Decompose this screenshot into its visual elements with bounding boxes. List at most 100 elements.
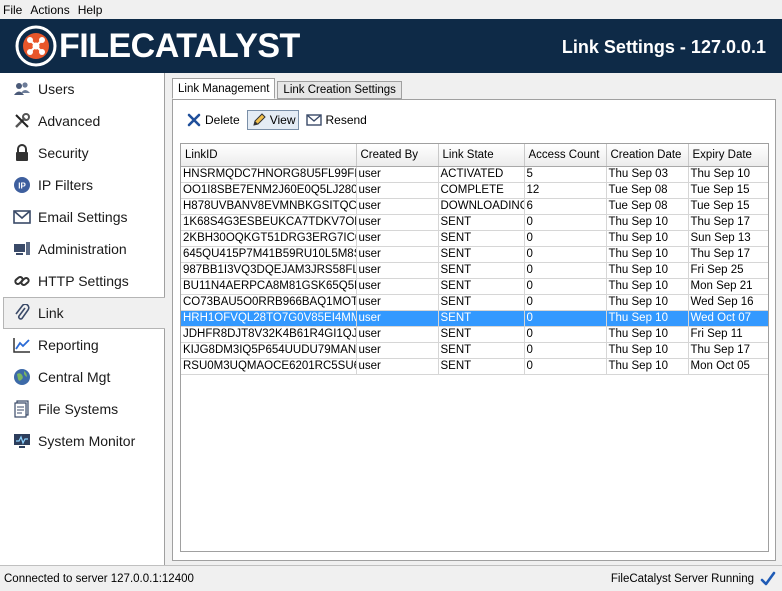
table-cell: 645QU415P7M41B59RU10L5M8S: [181, 246, 357, 263]
table-cell: user: [356, 278, 439, 295]
table-cell: Mon Oct 05: [688, 358, 768, 375]
table-row[interactable]: OO1I8SBE7ENM2J60E0Q5LJ280 user COMPLETE 12 T…: [181, 182, 768, 199]
table-cell: DOWNLOADING: [438, 198, 525, 215]
tools-icon: [12, 111, 32, 131]
table-cell: SENT: [438, 246, 525, 263]
column-header[interactable]: Access Count: [524, 144, 607, 167]
sidebar-item-label: Central Mgt: [38, 369, 111, 385]
table-cell: 0: [524, 214, 607, 231]
menu-file[interactable]: File: [3, 3, 22, 17]
table-cell: Fri Sep 25: [688, 262, 768, 279]
table-row[interactable]: HRH1OFVQL28TO7G0V85EI4MMG user SENT 0 Thu Se…: [181, 310, 768, 327]
table-cell: H878UVBANV8EVMNBKGSITQC6S: [181, 198, 357, 215]
sidebar-item-label: Users: [38, 81, 75, 97]
table-row[interactable]: RSU0M3UQMAOCE6201RC5SU6JJ user SENT 0 Thu Se…: [181, 358, 768, 375]
menu-help[interactable]: Help: [78, 3, 103, 17]
filecatalyst-logo-icon: [15, 25, 57, 67]
table-cell: Thu Sep 10: [606, 310, 689, 327]
tab-link-creation-settings[interactable]: Link Creation Settings: [277, 81, 402, 99]
envelope-resend-icon: [306, 112, 323, 128]
tab-link-management[interactable]: Link Management: [172, 78, 276, 99]
table-cell: SENT: [438, 278, 525, 295]
toolbar: Delete View Resend: [183, 109, 374, 131]
table-cell: 0: [524, 326, 607, 343]
sidebar-item-security[interactable]: Security: [0, 137, 164, 169]
table-cell: HNSRMQDC7HNORG8U5FL99FIN4: [181, 166, 357, 183]
table-cell: user: [356, 294, 439, 311]
table-row[interactable]: CO73BAU5O0RRB966BAQ1MOTJK user SENT 0 Thu Se…: [181, 294, 768, 311]
sidebar-item-system-monitor[interactable]: System Monitor: [0, 425, 164, 457]
table-cell: 0: [524, 294, 607, 311]
table-cell: 0: [524, 246, 607, 263]
table-cell: SENT: [438, 262, 525, 279]
table-cell: 6: [524, 198, 607, 215]
table-row[interactable]: JDHFR8DJT8V32K4B61R4GI1QJ user SENT 0 Thu Se…: [181, 326, 768, 343]
menu-actions[interactable]: Actions: [30, 3, 69, 17]
table-row[interactable]: 2KBH30OQKGT51DRG3ERG7IC04 user SENT 0 Thu Se…: [181, 230, 768, 247]
table-cell: CO73BAU5O0RRB966BAQ1MOTJK: [181, 294, 357, 311]
app-header: FILECATALYST Link Settings - 127.0.0.1: [0, 19, 782, 73]
table-cell: Tue Sep 08: [606, 198, 689, 215]
table-cell: Mon Sep 21: [688, 278, 768, 295]
sidebar-item-link[interactable]: Link: [3, 297, 165, 329]
resend-button[interactable]: Resend: [303, 110, 369, 130]
view-label: View: [269, 113, 296, 127]
table-cell: 0: [524, 342, 607, 359]
table-cell: Thu Sep 10: [688, 166, 768, 183]
sidebar-item-label: System Monitor: [38, 433, 136, 449]
sidebar-item-users[interactable]: Users: [0, 73, 164, 105]
table-cell: OO1I8SBE7ENM2J60E0Q5LJ280: [181, 182, 357, 199]
status-bar: Connected to server 127.0.0.1:12400 File…: [0, 565, 782, 591]
table-cell: 5: [524, 166, 607, 183]
column-header[interactable]: Expiry Date: [688, 144, 768, 167]
logo-text: FILECATALYST: [59, 26, 300, 65]
column-header[interactable]: Link State: [438, 144, 525, 167]
sidebar-item-administration[interactable]: Administration: [0, 233, 164, 265]
sidebar-item-ip-filters[interactable]: IP IP Filters: [0, 169, 164, 201]
table-cell: Wed Sep 16: [688, 294, 768, 311]
table-row[interactable]: 987BB1I3VQ3DQEJAM3JRS58FL user SENT 0 Thu Se…: [181, 262, 768, 279]
table-cell: 2KBH30OQKGT51DRG3ERG7IC04: [181, 230, 357, 247]
table-row[interactable]: H878UVBANV8EVMNBKGSITQC6S user DOWNLOADING…: [181, 198, 768, 215]
table-cell: Tue Sep 08: [606, 182, 689, 199]
table-cell: 0: [524, 230, 607, 247]
column-header[interactable]: Creation Date: [606, 144, 689, 167]
sidebar-item-http-settings[interactable]: HTTP Settings: [0, 265, 164, 297]
ip-icon: IP: [12, 175, 32, 195]
sidebar-item-email-settings[interactable]: Email Settings: [0, 201, 164, 233]
sidebar-item-advanced[interactable]: Advanced: [0, 105, 164, 137]
table-cell: user: [356, 262, 439, 279]
table-row[interactable]: BU11N4AERPCA8M81GSK65Q5BR user SENT 0 Thu Se…: [181, 278, 768, 295]
table-row[interactable]: HNSRMQDC7HNORG8U5FL99FIN4 user ACTIVATED 5 T…: [181, 166, 768, 183]
table-cell: Tue Sep 15: [688, 198, 768, 215]
table-cell: Thu Sep 10: [606, 326, 689, 343]
sidebar: Users Advanced Security IP IP Filters Em…: [0, 73, 165, 565]
table-cell: KIJG8DM3IQ5P654UUDU79MANB: [181, 342, 357, 359]
table-cell: SENT: [438, 358, 525, 375]
table-cell: SENT: [438, 214, 525, 231]
links-table: LinkID Created By Link State Access Count Cr…: [180, 143, 769, 552]
page-title: Link Settings - 127.0.0.1: [561, 37, 766, 57]
column-header[interactable]: LinkID: [181, 144, 357, 167]
table-cell: Thu Sep 10: [606, 246, 689, 263]
menu-bar: File Actions Help: [0, 0, 782, 19]
resend-label: Resend: [325, 113, 367, 127]
view-button[interactable]: View: [246, 110, 300, 130]
computer-icon: [12, 239, 32, 259]
link-chain-icon: [12, 271, 32, 291]
delete-button[interactable]: Delete: [183, 110, 243, 130]
table-row[interactable]: KIJG8DM3IQ5P654UUDU79MANB user SENT 0 Thu Se…: [181, 342, 768, 359]
table-cell: Thu Sep 10: [606, 214, 689, 231]
sidebar-item-file-systems[interactable]: File Systems: [0, 393, 164, 425]
sidebar-item-label: Advanced: [38, 113, 101, 129]
table-cell: user: [356, 166, 439, 183]
table-cell: RSU0M3UQMAOCE6201RC5SU6JJ: [181, 358, 357, 375]
table-cell: JDHFR8DJT8V32K4B61R4GI1QJ: [181, 326, 357, 343]
column-header[interactable]: Created By: [356, 144, 439, 167]
server-status-text: FileCatalyst Server Running: [610, 573, 754, 585]
table-row[interactable]: 645QU415P7M41B59RU10L5M8S user SENT 0 Thu Se…: [181, 246, 768, 263]
server-status: FileCatalyst Server Running: [611, 571, 776, 587]
table-row[interactable]: 1K68S4G3ESBEUKCA7TDKV7OEB user SENT 0 Thu Se…: [181, 214, 768, 231]
sidebar-item-reporting[interactable]: Reporting: [0, 329, 164, 361]
sidebar-item-central-mgt[interactable]: Central Mgt: [0, 361, 164, 393]
